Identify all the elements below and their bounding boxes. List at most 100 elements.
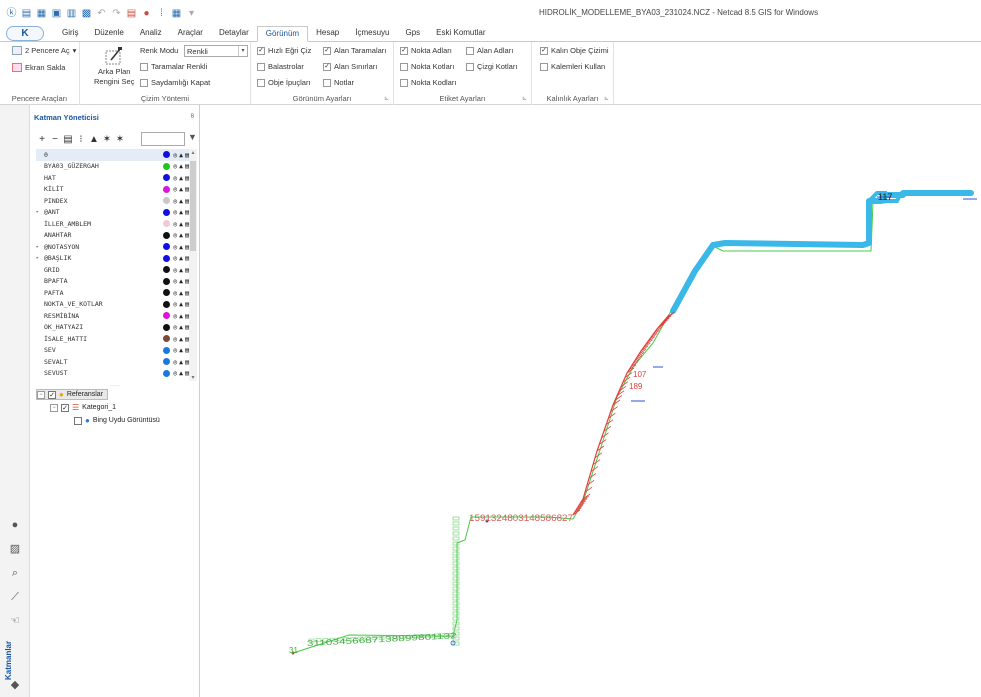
nokta-adlari-checkbox[interactable]: ✓ Nokta Adları bbox=[400, 46, 452, 55]
layers-icon[interactable]: ◆ bbox=[9, 679, 21, 691]
gorunum-launcher-icon[interactable]: ⊾ bbox=[384, 95, 389, 102]
layer-row[interactable]: 0 ◎ ▲ ▤ bbox=[36, 149, 191, 161]
kalemleri-kullan-checkbox[interactable]: Kalemleri Kullan bbox=[540, 62, 605, 71]
layer-row[interactable]: ANAHTAR ◎ ▲ ▤ bbox=[36, 230, 191, 242]
lock-icon[interactable]: ▲ bbox=[179, 162, 183, 170]
layer-color-swatch[interactable] bbox=[163, 323, 171, 331]
tab-icmesuyu[interactable]: İçmesuyu bbox=[347, 26, 397, 41]
visibility-glasses-icon[interactable]: ◎ bbox=[173, 300, 177, 308]
lock-icon[interactable]: ▲ bbox=[179, 266, 183, 274]
layer-row[interactable]: ▸ @ANT ◎ ▲ ▤ bbox=[36, 207, 191, 219]
visibility-glasses-icon[interactable]: ◎ bbox=[173, 243, 177, 251]
layer-color-swatch[interactable] bbox=[163, 174, 171, 182]
lock-icon[interactable]: ▲ bbox=[179, 358, 183, 366]
layer-up-icon[interactable]: ✶ bbox=[102, 134, 112, 145]
layer-list-scrollbar[interactable]: ▴ ▾ bbox=[189, 149, 197, 381]
tab-hesap[interactable]: Hesap bbox=[308, 26, 347, 41]
map-canvas[interactable]: 117 189 107 1591324803148586827 31103456… bbox=[201, 105, 981, 697]
visibility-glasses-icon[interactable]: ◎ bbox=[173, 197, 177, 205]
bing-checkbox[interactable] bbox=[74, 416, 82, 425]
layer-color-swatch[interactable] bbox=[163, 254, 171, 262]
visibility-glasses-icon[interactable]: ◎ bbox=[173, 266, 177, 274]
layer-row[interactable]: KİLİT ◎ ▲ ▤ bbox=[36, 184, 191, 196]
undo-icon[interactable]: ↶ bbox=[96, 8, 107, 19]
funnel-icon[interactable]: ▼ bbox=[187, 132, 198, 146]
layer-color-swatch[interactable] bbox=[163, 335, 171, 343]
referanslar-checkbox[interactable]: ✓ bbox=[48, 390, 56, 399]
hand-icon[interactable]: ☜ bbox=[9, 615, 21, 627]
layer-row[interactable]: İLLER_AMBLEM ◎ ▲ ▤ bbox=[36, 218, 191, 230]
lock-icon[interactable]: ▲ bbox=[179, 323, 183, 331]
open-folder-icon[interactable]: ▦ bbox=[36, 8, 47, 19]
redo-icon[interactable]: ↷ bbox=[111, 8, 122, 19]
layer-properties-icon[interactable]: ▤ bbox=[63, 134, 73, 145]
info-icon[interactable]: ● bbox=[141, 8, 152, 19]
lock-icon[interactable]: ▲ bbox=[89, 134, 99, 145]
tree-row-bing[interactable]: ● Bing Uydu Görüntüsü bbox=[74, 415, 160, 426]
visibility-glasses-icon[interactable]: ◎ bbox=[173, 162, 177, 170]
layer-row[interactable]: GRID ◎ ▲ ▤ bbox=[36, 264, 191, 276]
lock-icon[interactable]: ▲ bbox=[179, 174, 183, 182]
layer-row[interactable]: İSALE_HATTI ◎ ▲ ▤ bbox=[36, 333, 191, 345]
layout-icon[interactable]: ▦ bbox=[171, 8, 182, 19]
lock-icon[interactable]: ▲ bbox=[179, 300, 183, 308]
color-mode-select[interactable]: Renkli ▾ bbox=[184, 45, 248, 57]
panel-splitter[interactable]: ····· bbox=[30, 383, 200, 389]
layer-row[interactable]: PAFTA ◎ ▲ ▤ bbox=[36, 287, 191, 299]
tab-eski-komutlar[interactable]: Eski Komutlar bbox=[428, 26, 493, 41]
lock-icon[interactable]: ▲ bbox=[179, 208, 183, 216]
properties-icon[interactable]: ▩ bbox=[81, 8, 92, 19]
tab-analiz[interactable]: Analiz bbox=[132, 26, 170, 41]
layer-row[interactable]: OK_HATYAZI ◎ ▲ ▤ bbox=[36, 322, 191, 334]
layer-row[interactable]: RESMİBİNA ◎ ▲ ▤ bbox=[36, 310, 191, 322]
lock-icon[interactable]: ▲ bbox=[179, 220, 183, 228]
print-icon[interactable]: ▥ bbox=[66, 8, 77, 19]
measure-icon[interactable]: ⟋ bbox=[9, 591, 21, 603]
two-windows-button[interactable]: 2 Pencere Aç ▾ bbox=[12, 46, 76, 55]
alan-adlari-checkbox[interactable]: Alan Adları bbox=[466, 46, 513, 55]
layers-edit-icon[interactable]: ▨ bbox=[9, 543, 21, 555]
lock-icon[interactable]: ▲ bbox=[179, 312, 183, 320]
layer-color-swatch[interactable] bbox=[163, 369, 171, 377]
calculator-icon[interactable]: ▤ bbox=[126, 8, 137, 19]
layer-color-swatch[interactable] bbox=[163, 220, 171, 228]
visibility-glasses-icon[interactable]: ◎ bbox=[173, 151, 177, 159]
lock-icon[interactable]: ▲ bbox=[179, 243, 183, 251]
layer-row[interactable]: SEV ◎ ▲ ▤ bbox=[36, 345, 191, 357]
nokta-kodlari-checkbox[interactable]: Nokta Kodları bbox=[400, 78, 456, 87]
lock-icon[interactable]: ▲ bbox=[179, 231, 183, 239]
visibility-glasses-icon[interactable]: ◎ bbox=[173, 346, 177, 354]
pin-icon[interactable]: ᴮ bbox=[191, 114, 194, 121]
layer-row[interactable]: PINDEX ◎ ▲ ▤ bbox=[36, 195, 191, 207]
notlar-checkbox[interactable]: Notlar bbox=[323, 78, 354, 87]
layer-row[interactable]: ▸ @NOTASYON ◎ ▲ ▤ bbox=[36, 241, 191, 253]
visibility-glasses-icon[interactable]: ◎ bbox=[173, 358, 177, 366]
kalin-obje-checkbox[interactable]: ✓ Kalın Obje Çizimi bbox=[540, 46, 609, 55]
visibility-glasses-icon[interactable]: ◎ bbox=[173, 208, 177, 216]
layer-color-swatch[interactable] bbox=[163, 151, 171, 159]
info-circle-icon[interactable]: ● bbox=[9, 519, 21, 531]
layer-color-swatch[interactable] bbox=[163, 266, 171, 274]
layer-color-swatch[interactable] bbox=[163, 185, 171, 193]
lock-icon[interactable]: ▲ bbox=[179, 151, 183, 159]
lock-icon[interactable]: ▲ bbox=[179, 335, 183, 343]
visibility-glasses-icon[interactable]: ◎ bbox=[173, 185, 177, 193]
tab-giris[interactable]: Giriş bbox=[54, 26, 86, 41]
layer-color-swatch[interactable] bbox=[163, 197, 171, 205]
tree-row-referanslar[interactable]: − ✓ ● Referanslar bbox=[36, 389, 109, 400]
visibility-glasses-icon[interactable]: ◎ bbox=[173, 323, 177, 331]
kalinlik-launcher-icon[interactable]: ⊾ bbox=[604, 95, 609, 102]
taramalar-renkli-checkbox[interactable]: Taramalar Renkli bbox=[140, 62, 207, 71]
alan-taramalari-checkbox[interactable]: ✓ Alan Taramaları bbox=[323, 46, 386, 55]
layer-row[interactable]: BYA03_GÜZERGAH ◎ ▲ ▤ bbox=[36, 161, 191, 173]
remove-layer-icon[interactable]: − bbox=[50, 134, 60, 145]
lock-icon[interactable]: ▲ bbox=[179, 346, 183, 354]
visibility-glasses-icon[interactable]: ◎ bbox=[173, 231, 177, 239]
balastrolar-checkbox[interactable]: Balastrolar bbox=[257, 62, 304, 71]
layer-row[interactable]: SEVALT ◎ ▲ ▤ bbox=[36, 356, 191, 368]
lock-icon[interactable]: ▲ bbox=[179, 185, 183, 193]
layer-row[interactable]: BPAFTA ◎ ▲ ▤ bbox=[36, 276, 191, 288]
collapse-icon[interactable]: − bbox=[50, 403, 58, 412]
visibility-glasses-icon[interactable]: ◎ bbox=[173, 277, 177, 285]
collapse-icon[interactable]: − bbox=[37, 390, 45, 399]
